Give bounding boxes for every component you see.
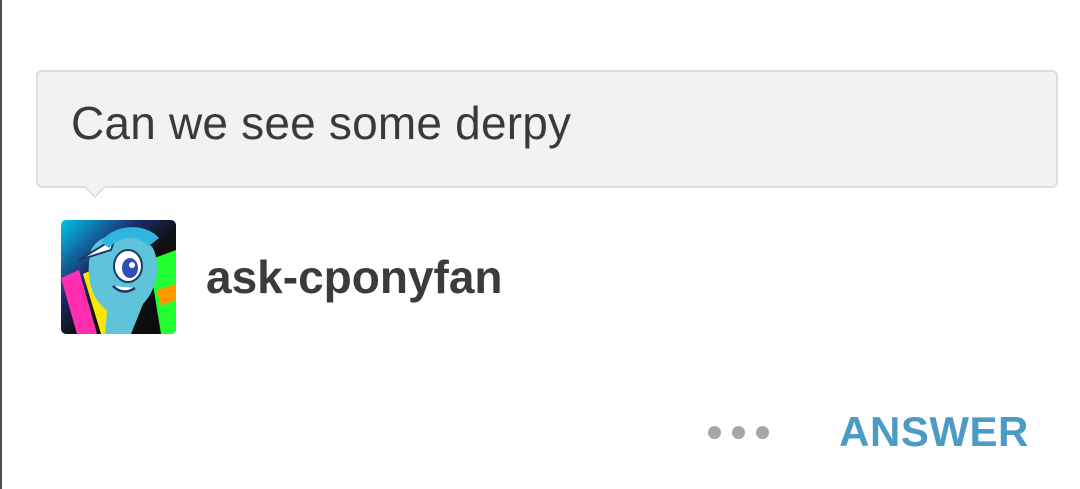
question-text: Can we see some derpy xyxy=(71,97,572,149)
answer-button[interactable]: ANSWER xyxy=(838,408,1030,456)
asker-username[interactable]: ask-cponyfan xyxy=(206,250,503,304)
dot xyxy=(707,425,721,439)
ask-card: Can we see some derpy ask-cponyfan ANSWE… xyxy=(0,0,1080,489)
question-bubble: Can we see some derpy xyxy=(36,70,1058,188)
pony-avatar-icon xyxy=(61,220,176,334)
more-options-icon[interactable] xyxy=(700,412,776,452)
dot xyxy=(755,425,769,439)
asker-avatar[interactable] xyxy=(61,220,176,334)
dot xyxy=(731,425,745,439)
bubble-tail-fill xyxy=(85,186,105,196)
window-edge xyxy=(0,0,2,489)
